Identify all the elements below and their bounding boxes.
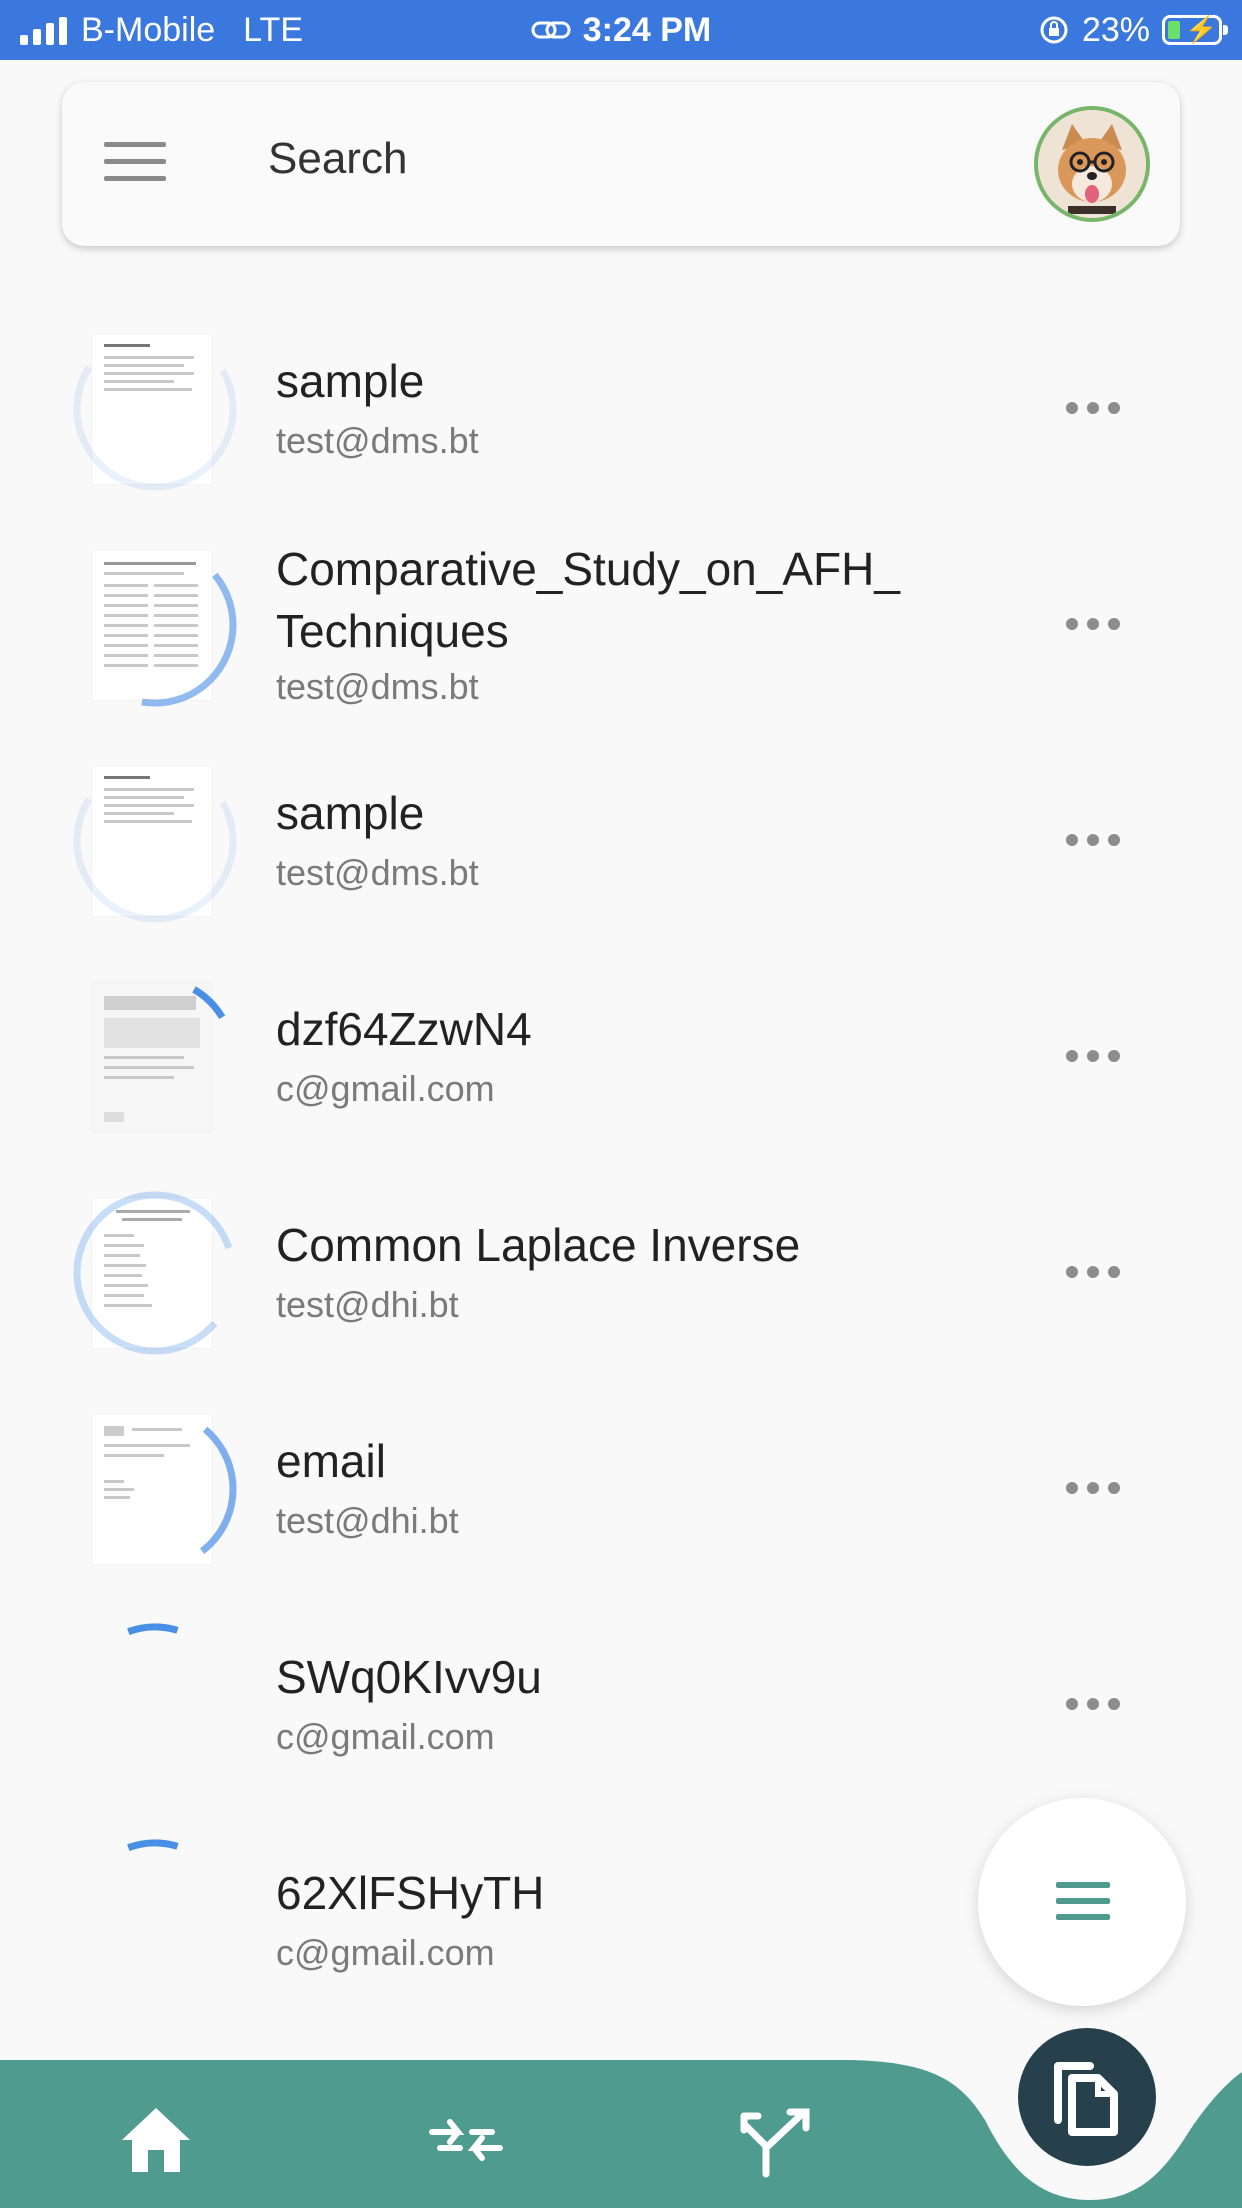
hamburger-menu-icon[interactable] [104,142,166,181]
list-item[interactable]: Comparative_Study_on_AFH_ Techniques tes… [0,516,1242,732]
status-right: 23% ⚡ [1038,0,1228,60]
loading-spinner [73,327,237,491]
document-owner: test@dms.bt [276,420,479,461]
profile-avatar[interactable] [1034,106,1150,222]
list-item[interactable]: SWq0KIvv9u c@gmail.com [0,1596,1242,1812]
status-bar: B-Mobile LTE 3:24 PM 23% ⚡ [0,0,1242,60]
document-title-line1: Comparative_Study_on_AFH_ [276,543,900,595]
more-horizontal-icon[interactable] [1066,618,1120,632]
loading-spinner [73,1623,237,1787]
more-horizontal-icon[interactable] [1066,834,1120,848]
list-item[interactable]: dzf64ZzwN4 c@gmail.com [0,948,1242,1164]
loading-spinner [73,759,237,923]
document-title: email [276,1435,386,1487]
document-title: 62XlFSHyTH [276,1867,545,1919]
document-title: Common Laplace Inverse [276,1219,801,1271]
document-title: sample [276,787,425,839]
home-icon[interactable] [116,2100,196,2180]
document-owner: test@dms.bt [276,666,479,707]
list-item[interactable]: Common Laplace Inverse test@dhi.bt [0,1164,1242,1380]
document-owner: c@gmail.com [276,1068,495,1109]
more-horizontal-icon[interactable] [1066,402,1120,416]
link-icon [531,21,571,39]
loading-spinner [73,543,237,707]
document-owner: test@dhi.bt [276,1284,459,1325]
document-title-line2: Techniques [276,605,509,657]
document-owner: test@dms.bt [276,852,479,893]
battery-charging-icon: ⚡ [1162,14,1228,45]
list-item[interactable]: sample test@dms.bt [0,300,1242,516]
document-title: dzf64ZzwN4 [276,1003,532,1055]
status-time: 3:24 PM [582,10,712,49]
loading-spinner [73,1191,237,1355]
search-bar[interactable]: Search [62,82,1180,246]
floating-menu-button[interactable] [978,1798,1186,2006]
orientation-lock-icon [1040,16,1068,44]
list-item[interactable]: sample test@dms.bt [0,732,1242,948]
document-owner: c@gmail.com [276,1716,495,1757]
document-owner: test@dhi.bt [276,1500,459,1541]
document-title: sample [276,355,425,407]
battery-percent: 23% [1081,10,1150,49]
loading-spinner [73,1407,237,1571]
more-horizontal-icon[interactable] [1066,1266,1120,1280]
more-horizontal-icon[interactable] [1066,1482,1120,1496]
loading-spinner [73,1839,237,2003]
documents-icon [1054,2062,1118,2136]
loading-spinner [73,975,237,1139]
more-horizontal-icon[interactable] [1066,1698,1120,1712]
menu-lines-icon [1056,1882,1110,1930]
more-horizontal-icon[interactable] [1066,1050,1120,1064]
list-item[interactable]: email test@dhi.bt [0,1380,1242,1596]
document-title: Comparative_Study_on_AFH_ Techniques [276,538,900,662]
merge-icon[interactable] [426,2100,506,2180]
search-input[interactable]: Search [268,134,407,184]
document-owner: c@gmail.com [276,1932,495,1973]
document-title: SWq0KIvv9u [276,1651,542,1703]
documents-button[interactable] [1018,2028,1156,2166]
split-icon[interactable] [736,2100,816,2180]
dog-avatar-icon [1038,110,1146,218]
